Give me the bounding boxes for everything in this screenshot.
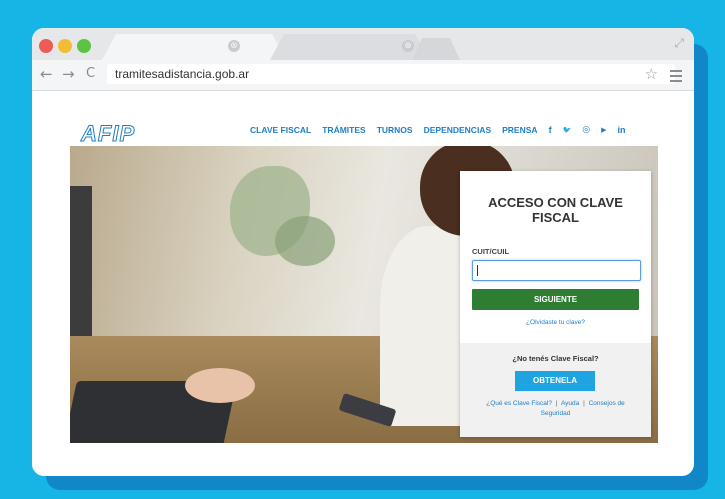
twitter-icon[interactable]: 🐦 — [563, 126, 572, 134]
tab-strip: ⊗ ⊗ — [102, 34, 462, 60]
bookmark-star-icon[interactable]: ☆ — [645, 65, 658, 83]
nav-prensa[interactable]: PRENSA — [502, 125, 537, 135]
text-caret — [477, 265, 478, 276]
siguiente-button[interactable]: SIGUIENTE — [472, 289, 639, 310]
youtube-icon[interactable]: ▶ — [601, 126, 606, 134]
photo-plant — [275, 216, 335, 266]
obtenela-button[interactable]: OBTENELA — [515, 371, 595, 391]
expand-icon[interactable]: ⤢ — [674, 36, 684, 51]
hamburger-menu-icon[interactable] — [670, 70, 682, 85]
tab-close-icon[interactable]: ⊗ — [228, 40, 240, 52]
address-bar[interactable]: tramitesadistancia.gob.ar — [107, 64, 675, 84]
linkedin-icon[interactable]: in — [618, 125, 626, 135]
minimize-window-button[interactable] — [58, 39, 72, 53]
browser-toolbar: ← → C tramitesadistancia.gob.ar ☆ — [32, 60, 694, 91]
window-controls — [39, 39, 91, 53]
photo-hand — [185, 368, 255, 403]
login-card: ACCESO CON CLAVE FISCAL CUIT/CUIL SIGUIE… — [460, 171, 651, 437]
signup-section: ¿No tenés Clave Fiscal? OBTENELA ¿Qué es… — [460, 343, 651, 437]
photo-monitor — [70, 186, 92, 346]
reload-icon[interactable]: C — [86, 66, 95, 81]
login-title-line2: FISCAL — [532, 210, 579, 225]
login-title: ACCESO CON CLAVE FISCAL — [460, 195, 651, 225]
help-link[interactable]: Ayuda — [561, 400, 579, 407]
no-key-question: ¿No tenés Clave Fiscal? — [512, 354, 599, 363]
tab-active[interactable]: ⊗ — [102, 34, 287, 60]
forgot-password-link[interactable]: ¿Olvidaste tu clave? — [460, 319, 651, 326]
facebook-icon[interactable]: f — [549, 125, 552, 135]
close-window-button[interactable] — [39, 39, 53, 53]
new-tab-button[interactable] — [412, 34, 460, 60]
back-arrow-icon[interactable]: ← — [40, 65, 53, 83]
nav-turnos[interactable]: TURNOS — [377, 125, 413, 135]
tab-inactive[interactable]: ⊗ — [270, 34, 430, 60]
browser-chrome: ⊗ ⊗ ⤢ ← → C tramitesadistancia.gob.ar ☆ — [32, 28, 694, 91]
nav-clave-fiscal[interactable]: CLAVE FISCAL — [250, 125, 311, 135]
afip-logo[interactable]: AFIP — [80, 121, 135, 147]
nav-tramites[interactable]: TRÁMITES — [322, 125, 365, 135]
login-title-line1: ACCESO CON CLAVE — [488, 195, 623, 210]
forward-arrow-icon[interactable]: → — [62, 65, 75, 83]
link-separator: | — [583, 400, 585, 407]
help-links: ¿Qué es Clave Fiscal? | Ayuda | Consejos… — [478, 399, 633, 419]
instagram-icon[interactable]: ◎ — [582, 124, 590, 135]
what-is-clave-link[interactable]: ¿Qué es Clave Fiscal? — [486, 400, 552, 407]
link-separator: | — [555, 400, 558, 407]
nav-dependencias[interactable]: DEPENDENCIAS — [424, 125, 492, 135]
maximize-window-button[interactable] — [77, 39, 91, 53]
cuit-input[interactable] — [472, 260, 641, 281]
browser-window: ⊗ ⊗ ⤢ ← → C tramitesadistancia.gob.ar ☆ … — [32, 28, 694, 476]
site-top-nav: CLAVE FISCAL TRÁMITES TURNOS DEPENDENCIA… — [250, 124, 626, 135]
cuit-label: CUIT/CUIL — [472, 247, 510, 256]
